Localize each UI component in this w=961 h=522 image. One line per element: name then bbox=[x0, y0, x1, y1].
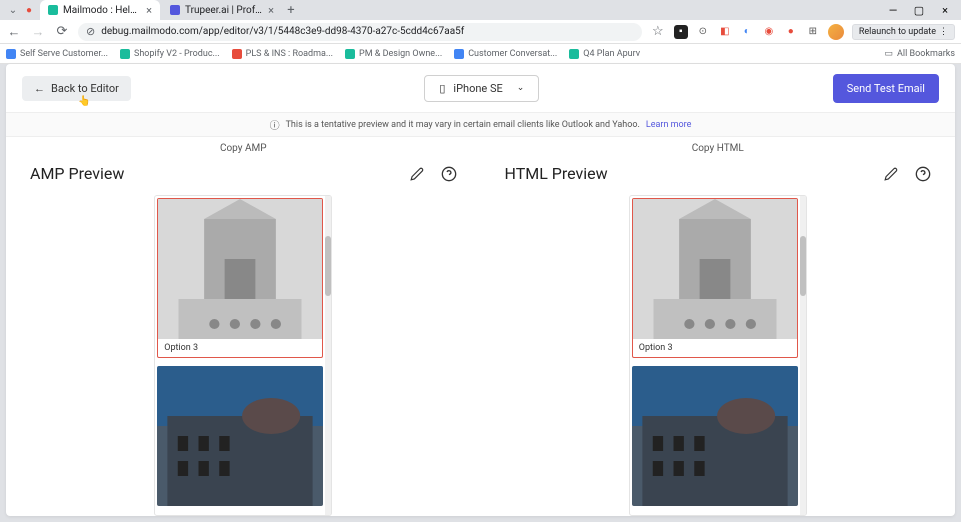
image-card[interactable]: Option 3 bbox=[157, 198, 323, 358]
edit-icon[interactable] bbox=[409, 166, 425, 182]
maximize-icon[interactable]: ▢ bbox=[911, 2, 927, 18]
iframe-content[interactable]: Option 3 bbox=[155, 196, 325, 515]
edit-icon[interactable] bbox=[883, 166, 899, 182]
bookmark-star-icon[interactable]: ☆ bbox=[650, 24, 666, 40]
preview-row: AMP Preview bbox=[6, 160, 955, 516]
bookmark-item[interactable]: Customer Conversat... bbox=[454, 49, 557, 59]
ext-icon-6[interactable]: ● bbox=[784, 25, 798, 39]
learn-more-link[interactable]: Learn more bbox=[646, 120, 692, 130]
preview-image-1 bbox=[633, 199, 797, 339]
bookmark-item[interactable]: Shopify V2 - Produc... bbox=[120, 49, 220, 59]
chevron-down-icon: ⌄ bbox=[517, 83, 525, 93]
preview-image-2 bbox=[157, 366, 323, 506]
bookmark-item[interactable]: PLS & INS : Roadma... bbox=[232, 49, 333, 59]
app-body: ← Back to Editor ▯ iPhone SE ⌄ Send Test… bbox=[6, 64, 955, 516]
site-info-icon[interactable]: ⊘ bbox=[86, 25, 95, 38]
relaunch-label: Relaunch to update bbox=[859, 27, 936, 37]
tab-title: Mailmodo : Helping marketers bbox=[63, 5, 141, 16]
tab-title: Trupeer.ai | Professional Video bbox=[185, 5, 263, 16]
help-icon[interactable] bbox=[915, 166, 931, 182]
browser-tab-active[interactable]: Mailmodo : Helping marketers × bbox=[40, 0, 160, 20]
address-bar[interactable]: ⊘ debug.mailmodo.com/app/editor/v3/1/544… bbox=[78, 23, 642, 41]
ext-icon-1[interactable]: ▪ bbox=[674, 25, 688, 39]
html-preview-frame: Option 3 bbox=[629, 195, 807, 516]
arrow-left-icon: ← bbox=[34, 82, 45, 95]
extensions-menu-icon[interactable]: ⊞ bbox=[806, 25, 820, 39]
amp-preview-frame: Option 3 bbox=[154, 195, 332, 516]
iframe-content[interactable]: Option 3 bbox=[630, 196, 800, 515]
preview-col-html: HTML Preview bbox=[481, 160, 956, 516]
preview-title: AMP Preview bbox=[30, 164, 124, 183]
bookmark-item[interactable]: PM & Design Owne... bbox=[345, 49, 442, 59]
scrollbar[interactable] bbox=[800, 196, 806, 515]
device-label: iPhone SE bbox=[453, 82, 502, 95]
preview-header: AMP Preview bbox=[30, 160, 457, 195]
back-to-editor-button[interactable]: ← Back to Editor bbox=[22, 76, 131, 101]
scrollbar[interactable] bbox=[325, 196, 331, 515]
all-bookmarks-button[interactable]: ▭All Bookmarks bbox=[885, 49, 955, 59]
send-test-label: Send Test Email bbox=[847, 82, 925, 95]
url-text: debug.mailmodo.com/app/editor/v3/1/5448c… bbox=[101, 26, 464, 37]
warning-bar: ⓘ This is a tentative preview and it may… bbox=[6, 112, 955, 137]
tab-close-icon[interactable]: × bbox=[268, 4, 274, 17]
bookmark-item[interactable]: Q4 Plan Apurv bbox=[569, 49, 640, 59]
option-caption: Option 3 bbox=[633, 339, 797, 357]
tab-close-icon[interactable]: × bbox=[146, 4, 152, 17]
copy-row: Copy AMP Copy HTML bbox=[6, 137, 955, 160]
image-card[interactable] bbox=[632, 366, 798, 506]
copy-amp-button[interactable]: Copy AMP bbox=[6, 137, 481, 160]
tab-favicon bbox=[170, 5, 180, 15]
back-icon[interactable]: ← bbox=[6, 24, 22, 40]
preview-header: HTML Preview bbox=[505, 160, 932, 195]
device-selector[interactable]: ▯ iPhone SE ⌄ bbox=[424, 75, 539, 102]
phone-icon: ▯ bbox=[439, 82, 445, 95]
bookmark-item[interactable]: Self Serve Customer... bbox=[6, 49, 108, 59]
new-tab-button[interactable]: + bbox=[282, 3, 300, 18]
profile-avatar[interactable] bbox=[828, 24, 844, 40]
ext-icon-4[interactable]: ◐ bbox=[740, 25, 754, 39]
bookmarks-bar: Self Serve Customer... Shopify V2 - Prod… bbox=[0, 44, 961, 64]
back-label: Back to Editor bbox=[51, 82, 119, 95]
preview-col-amp: AMP Preview bbox=[6, 160, 481, 516]
browser-chrome: ⌄ ● Mailmodo : Helping marketers × Trupe… bbox=[0, 0, 961, 64]
preview-title: HTML Preview bbox=[505, 164, 608, 183]
help-icon[interactable] bbox=[441, 166, 457, 182]
image-card[interactable] bbox=[157, 366, 323, 506]
tab-search-dropdown[interactable]: ⌄ bbox=[6, 5, 20, 16]
copy-html-button[interactable]: Copy HTML bbox=[481, 137, 956, 160]
tabs-row: ⌄ ● Mailmodo : Helping marketers × Trupe… bbox=[0, 0, 961, 20]
address-row: ← → ⟳ ⊘ debug.mailmodo.com/app/editor/v3… bbox=[0, 20, 961, 44]
option-caption: Option 3 bbox=[158, 339, 322, 357]
send-test-email-button[interactable]: Send Test Email bbox=[833, 74, 939, 103]
ext-icon-5[interactable]: ◉ bbox=[762, 25, 776, 39]
more-icon: ⋮ bbox=[939, 27, 948, 37]
image-card[interactable]: Option 3 bbox=[632, 198, 798, 358]
tab-favicon bbox=[48, 5, 58, 15]
window-controls: ― ▢ × bbox=[885, 2, 961, 18]
forward-icon[interactable]: → bbox=[30, 24, 46, 40]
app-toolbar: ← Back to Editor ▯ iPhone SE ⌄ Send Test… bbox=[6, 64, 955, 112]
extension-icons: ▪ ⊙ ◧ ◐ ◉ ● ⊞ bbox=[674, 25, 820, 39]
record-icon[interactable]: ● bbox=[20, 1, 38, 19]
ext-icon-2[interactable]: ⊙ bbox=[696, 25, 710, 39]
browser-tab-inactive[interactable]: Trupeer.ai | Professional Video × bbox=[162, 0, 282, 20]
reload-icon[interactable]: ⟳ bbox=[54, 24, 70, 40]
preview-image-2 bbox=[632, 366, 798, 506]
close-icon[interactable]: × bbox=[937, 2, 953, 18]
preview-image-1 bbox=[158, 199, 322, 339]
relaunch-button[interactable]: Relaunch to update ⋮ bbox=[852, 24, 955, 40]
info-icon: ⓘ bbox=[270, 117, 280, 132]
ext-icon-3[interactable]: ◧ bbox=[718, 25, 732, 39]
warning-text: This is a tentative preview and it may v… bbox=[286, 120, 640, 130]
minimize-icon[interactable]: ― bbox=[885, 2, 901, 18]
